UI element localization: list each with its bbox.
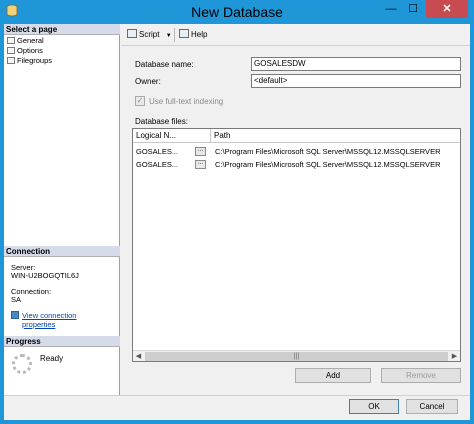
connection-value: SA (11, 295, 22, 304)
page-item-label: General (17, 36, 44, 45)
scroll-right-icon[interactable]: ▶ (449, 351, 460, 361)
database-files-label: Database files: (135, 117, 188, 126)
server-value: WIN-U2BOGQTIL6J (11, 271, 79, 280)
page-item-filegroups[interactable]: Filegroups (7, 56, 52, 66)
ok-button[interactable]: OK (349, 399, 399, 414)
owner-input[interactable]: <default> (251, 74, 461, 88)
dialog-button-bar: OK Cancel (4, 395, 470, 420)
minimize-button[interactable]: — (380, 0, 402, 18)
grid-cell-logical-name[interactable]: GOSALES... (136, 159, 194, 170)
close-button[interactable]: ✕ (426, 0, 468, 18)
scrollbar-thumb[interactable]: ||| (145, 352, 448, 361)
help-icon (179, 29, 189, 38)
chevron-down-icon[interactable]: ▼ (166, 33, 172, 39)
page-item-label: Options (17, 46, 43, 55)
progress-status: Ready (40, 354, 64, 363)
database-name-label: Database name: (135, 60, 194, 69)
page-icon (7, 57, 15, 64)
help-button[interactable]: Help (179, 29, 207, 41)
view-connection-properties-link[interactable]: View connection properties (11, 311, 76, 329)
grid-cell-path[interactable]: C:\Program Files\Microsoft SQL Server\MS… (215, 146, 460, 157)
page-item-general[interactable]: General (7, 36, 44, 46)
horizontal-scrollbar[interactable]: ◀ ||| ▶ (133, 350, 460, 361)
left-pane: Select a page General Options Filegroups… (4, 24, 120, 395)
cancel-button[interactable]: Cancel (406, 399, 458, 414)
remove-button[interactable]: Remove (381, 368, 461, 383)
dialog-client: Select a page General Options Filegroups… (4, 24, 470, 420)
database-files-grid[interactable]: Logical N... Path GOSALES... ... C:\Prog… (132, 128, 461, 362)
database-name-input[interactable]: GOSALESDW (251, 57, 461, 71)
toolbar: Script ▼ Help (121, 24, 470, 46)
grid-cell-logical-name[interactable]: GOSALES... (136, 146, 194, 157)
new-database-window: New Database — ☐ ✕ Select a page General… (0, 0, 474, 424)
maximize-button[interactable]: ☐ (402, 0, 424, 18)
column-header-logical-name[interactable]: Logical N... (133, 129, 211, 143)
full-text-indexing-label: Use full-text indexing (149, 97, 224, 106)
page-icon (7, 47, 15, 54)
script-button[interactable]: Script ▼ (127, 29, 172, 41)
properties-icon (11, 311, 19, 319)
grid-cell-path[interactable]: C:\Program Files\Microsoft SQL Server\MS… (215, 159, 460, 170)
select-page-header: Select a page (4, 24, 120, 35)
page-item-label: Filegroups (17, 56, 53, 65)
progress-spinner-icon (12, 354, 32, 374)
full-text-indexing-checkbox[interactable]: ✓ (135, 96, 145, 106)
scroll-left-icon[interactable]: ◀ (133, 351, 144, 361)
connection-header: Connection (4, 246, 120, 257)
add-button[interactable]: Add (295, 368, 371, 383)
browse-button[interactable]: ... (195, 160, 206, 169)
column-header-path[interactable]: Path (211, 129, 460, 143)
browse-button[interactable]: ... (195, 147, 206, 156)
page-icon (7, 37, 15, 44)
title-bar[interactable]: New Database — ☐ ✕ (0, 0, 474, 24)
script-icon (127, 29, 137, 38)
owner-label: Owner: (135, 77, 161, 86)
right-pane: Script ▼ Help Database name: GOSALESDW O… (121, 24, 470, 395)
progress-header: Progress (4, 336, 120, 347)
toolbar-separator (174, 28, 175, 42)
page-item-options[interactable]: Options (7, 46, 43, 56)
